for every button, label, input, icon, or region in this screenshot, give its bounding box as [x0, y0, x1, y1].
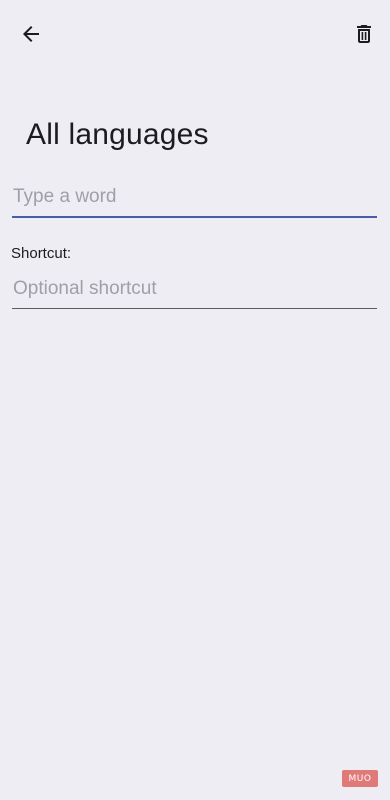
- word-input-underline: [12, 216, 377, 218]
- word-field: [12, 180, 377, 218]
- shortcut-input[interactable]: [12, 272, 377, 308]
- watermark-logo: MUO: [342, 770, 378, 787]
- shortcut-input-underline: [12, 308, 377, 309]
- trash-icon: [357, 25, 371, 43]
- page-title: All languages: [26, 118, 209, 151]
- delete-button[interactable]: [344, 14, 384, 54]
- arrow-left-icon: [23, 26, 39, 42]
- shortcut-label: Shortcut:: [11, 245, 72, 262]
- back-button[interactable]: [11, 14, 51, 54]
- top-app-bar: [0, 0, 390, 70]
- shortcut-field: [12, 272, 377, 309]
- word-input[interactable]: [12, 180, 377, 216]
